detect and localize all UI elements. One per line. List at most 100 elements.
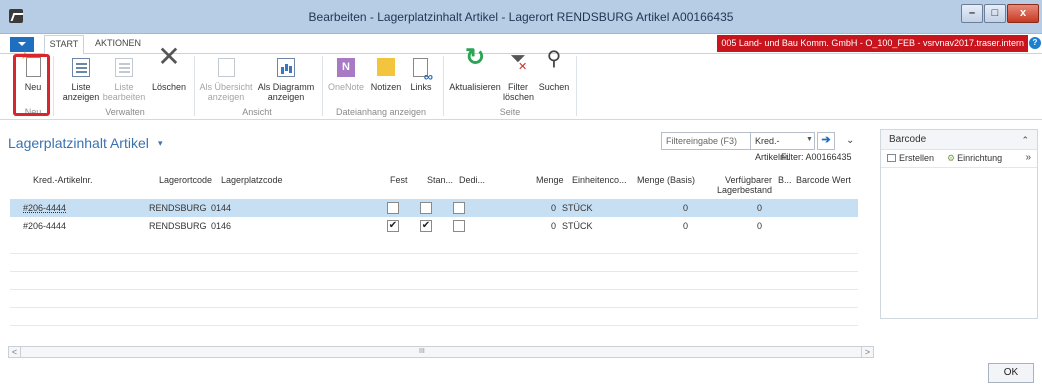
column-header-verfuegbar[interactable]: Verfügbarer Lagerbestand (712, 175, 772, 195)
cell-kred-artikelnr[interactable]: #206-4444 (23, 217, 66, 235)
onenote-icon: N (337, 58, 355, 77)
cell-lagerplatzcode: 0146 (211, 221, 232, 231)
scroll-left-icon[interactable]: < (9, 347, 21, 357)
onenote-button[interactable]: N OneNote (326, 56, 366, 92)
onenote-label: OneNote (327, 82, 365, 92)
cell-lagerortcode: RENDSBURG (149, 203, 207, 213)
ribbon-separator (443, 56, 444, 116)
refresh-label: Aktualisieren (449, 82, 501, 92)
cell-verfuegbar: 0 (756, 203, 762, 213)
help-icon[interactable]: ? (1029, 37, 1041, 49)
checkbox-fest[interactable]: ✔ (387, 220, 399, 232)
clear-filter-icon: ⏷ (506, 49, 530, 72)
group-label-ansicht: Ansicht (242, 107, 272, 117)
minimize-button[interactable]: – (961, 4, 983, 23)
list-view-label-2: anzeigen (62, 92, 100, 102)
row-divider (10, 289, 858, 290)
company-badge: 005 Land- und Bau Komm. GmbH - O_100_FEB… (717, 35, 1028, 52)
notes-button[interactable]: Notizen (368, 56, 404, 92)
active-filter-text: Filter: A00166435 (781, 152, 852, 162)
column-header-barcode-wert[interactable]: Barcode Wert (796, 175, 851, 185)
setup-button[interactable]: ⚙ Einrichtung (947, 153, 1002, 164)
new-button-highlight (13, 54, 50, 116)
cell-menge-basis: 0 (682, 203, 688, 213)
list-icon (72, 58, 90, 77)
expand-filter-icon[interactable]: ⌄ (846, 135, 854, 146)
ribbon-separator (576, 56, 577, 116)
filter-apply-button[interactable]: ➔ (817, 132, 835, 150)
column-header-einheitencode[interactable]: Einheitenco... (572, 175, 627, 185)
more-actions-icon[interactable]: » (1025, 152, 1031, 163)
clear-filter-label-1: Filter (508, 82, 528, 92)
column-header-dedi[interactable]: Dedi... (459, 175, 485, 185)
list-edit-label-1: Liste (114, 82, 134, 92)
cell-kred-artikelnr[interactable]: #206-4444 (23, 199, 66, 217)
ribbon: Neu Neu Liste anzeigen Liste bearbeiten … (0, 43, 1042, 120)
find-label: Suchen (538, 82, 570, 92)
create-barcode-label: Erstellen (899, 153, 935, 163)
column-header-menge[interactable]: Menge (536, 175, 564, 185)
column-header-stan[interactable]: Stan... (427, 175, 453, 185)
delete-button[interactable]: ✕ Löschen (148, 43, 190, 93)
column-header-lagerplatzcode[interactable]: Lagerplatzcode (221, 175, 283, 185)
page-title-menu-icon[interactable]: ▾ (158, 138, 163, 149)
ribbon-separator (53, 56, 54, 116)
find-button[interactable]: ⚲ Suchen (536, 49, 572, 92)
setup-label: Einrichtung (957, 153, 1003, 163)
column-header-kred-artikelnr[interactable]: Kred.-Artikelnr. (33, 175, 93, 185)
edit-list-icon (115, 58, 133, 77)
refresh-button[interactable]: ↻ Aktualisieren (448, 46, 502, 93)
clear-filter-label-2: löschen (503, 92, 535, 102)
links-button[interactable]: Links (406, 56, 436, 92)
row-divider (10, 307, 858, 308)
cell-einheit: STÜCK (562, 221, 593, 231)
delete-button-label: Löschen (151, 82, 187, 92)
tab-aktionen[interactable]: AKTIONEN (95, 38, 141, 48)
chart-view-button[interactable]: Als Diagramm anzeigen (256, 56, 316, 102)
checkbox-fest[interactable] (387, 202, 399, 214)
overview-label-2: anzeigen (207, 92, 245, 102)
delete-icon: ✕ (157, 41, 181, 72)
horizontal-scrollbar[interactable]: < III > (8, 346, 874, 358)
table-row[interactable]: #206-4444 RENDSBURG 0144 0 STÜCK 0 0 (10, 199, 858, 217)
window-title: Bearbeiten - Lagerplatzinhalt Artikel - … (308, 10, 734, 24)
title-bar: Bearbeiten - Lagerplatzinhalt Artikel - … (0, 0, 1042, 34)
list-view-button[interactable]: Liste anzeigen (60, 56, 102, 102)
factbox-actions: Erstellen ⚙ Einrichtung » (881, 150, 1037, 168)
checkbox-dediziert[interactable] (453, 202, 465, 214)
column-header-b[interactable]: B... (778, 175, 792, 185)
checkbox-standard[interactable]: ✔ (420, 220, 432, 232)
collapse-icon[interactable]: ⌃ (1021, 135, 1029, 146)
table-row[interactable]: #206-4444 RENDSBURG 0146 ✔ ✔ 0 STÜCK 0 0 (10, 217, 858, 235)
scroll-grip[interactable]: III (419, 347, 425, 357)
column-header-verfuegbar-1: Verfügbarer (724, 175, 772, 185)
cell-menge: 0 (550, 203, 556, 213)
list-edit-button[interactable]: Liste bearbeiten (102, 56, 146, 102)
cell-einheit: STÜCK (562, 203, 593, 213)
scroll-right-icon[interactable]: > (861, 347, 873, 357)
column-header-fest[interactable]: Fest (390, 175, 408, 185)
ribbon-separator (322, 56, 323, 116)
checkbox-dediziert[interactable] (453, 220, 465, 232)
tab-start[interactable]: START (44, 35, 84, 55)
checkbox-standard[interactable] (420, 202, 432, 214)
maximize-button[interactable]: □ (984, 4, 1006, 23)
barcode-factbox: Barcode ⌃ Erstellen ⚙ Einrichtung » (880, 129, 1038, 319)
clear-filter-button[interactable]: ⏷ Filter löschen (503, 49, 535, 102)
column-header-lagerortcode[interactable]: Lagerortcode (159, 175, 212, 185)
gear-icon: ⚙ (947, 153, 956, 163)
list-view-label-1: Liste (71, 82, 91, 92)
ribbon-separator (194, 56, 195, 116)
list-page: Lagerplatzinhalt Artikel ▾ Filtereingabe… (0, 121, 1042, 387)
ok-button[interactable]: OK (988, 363, 1034, 383)
column-header-menge-basis[interactable]: Menge (Basis) (637, 175, 695, 185)
overview-label-1: Als Übersicht (199, 82, 253, 92)
create-barcode-button[interactable]: Erstellen (887, 153, 934, 163)
row-divider (10, 271, 858, 272)
close-button[interactable]: x (1007, 4, 1039, 23)
cell-lagerortcode: RENDSBURG (149, 221, 207, 231)
chevron-down-icon[interactable]: ▼ (806, 132, 816, 150)
overview-button[interactable]: Als Übersicht anzeigen (198, 56, 254, 102)
chart-icon (277, 58, 295, 77)
filter-search-input[interactable]: Filtereingabe (F3) (661, 132, 751, 150)
